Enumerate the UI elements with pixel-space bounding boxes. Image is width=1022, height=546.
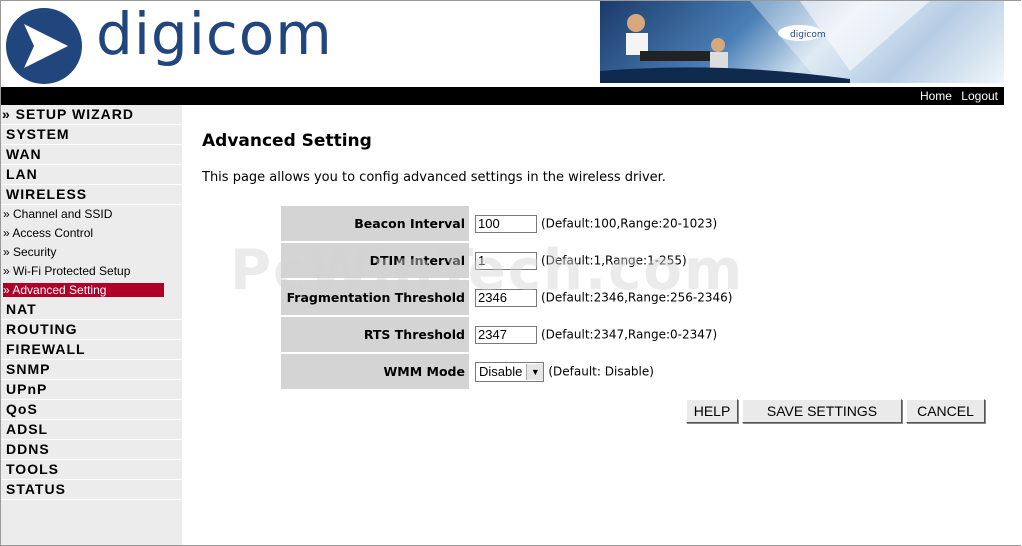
form-row-wmm-mode: WMM Mode Disable ▼ (Default: Disable)	[281, 353, 734, 391]
sidebar-menu: » SETUP WIZARD SYSTEM WAN LAN WIRELESS »…	[1, 105, 182, 545]
logout-link[interactable]: Logout	[961, 89, 998, 103]
beacon-interval-input[interactable]	[475, 214, 537, 233]
sidebar-item-tools[interactable]: TOOLS	[1, 460, 182, 480]
form-row-dtim-interval: DTIM Interval (Default:1,Range:1-255)	[281, 242, 734, 280]
logo-arrow-icon	[6, 8, 82, 84]
sidebar-item-qos[interactable]: QoS	[1, 400, 182, 420]
field-hint: (Default: Disable)	[548, 364, 654, 378]
fragmentation-threshold-input[interactable]	[475, 288, 537, 307]
cancel-button[interactable]: CANCEL	[906, 399, 985, 423]
sidebar-subitem-access-control[interactable]: » Access Control	[1, 224, 182, 243]
page-description: This page allows you to config advanced …	[202, 170, 666, 185]
sailing-banner-image: digicom	[600, 1, 1004, 83]
help-button[interactable]: HELP	[686, 399, 738, 423]
wmm-mode-select[interactable]: Disable ▼	[475, 361, 545, 382]
home-link[interactable]: Home	[920, 89, 952, 103]
sidebar-item-system[interactable]: SYSTEM	[1, 125, 182, 145]
sidebar-item-wireless[interactable]: WIRELESS	[1, 185, 182, 205]
chevron-down-icon: ▼	[526, 363, 544, 380]
digicom-logo: digicom	[6, 0, 332, 84]
sidebar-item-adsl[interactable]: ADSL	[1, 420, 182, 440]
field-hint: (Default:1,Range:1-255)	[541, 253, 687, 267]
brand-name: digicom	[96, 0, 333, 68]
sidebar-subitem-channel-ssid[interactable]: » Channel and SSID	[1, 205, 182, 224]
sidebar-subitem-wps[interactable]: » Wi-Fi Protected Setup	[1, 262, 182, 281]
advanced-settings-form: Beacon Interval (Default:100,Range:20-10…	[281, 206, 734, 391]
field-hint: (Default:2347,Range:0-2347)	[541, 327, 718, 341]
field-hint: (Default:2346,Range:256-2346)	[541, 290, 733, 304]
field-label: RTS Threshold	[281, 316, 469, 354]
field-label: Beacon Interval	[281, 206, 469, 243]
field-label: Fragmentation Threshold	[281, 279, 469, 317]
sidebar-item-upnp[interactable]: UPnP	[1, 380, 182, 400]
sidebar-item-routing[interactable]: ROUTING	[1, 320, 182, 340]
form-row-rts-threshold: RTS Threshold (Default:2347,Range:0-2347…	[281, 316, 734, 354]
sidebar-item-nat[interactable]: NAT	[1, 300, 182, 320]
sidebar-item-setup-wizard[interactable]: » SETUP WIZARD	[1, 105, 182, 125]
sidebar-item-wan[interactable]: WAN	[1, 145, 182, 165]
field-label: DTIM Interval	[281, 242, 469, 280]
top-nav-bar: Home Logout	[1, 87, 1004, 105]
sidebar-item-snmp[interactable]: SNMP	[1, 360, 182, 380]
dtim-interval-input[interactable]	[475, 251, 537, 270]
field-hint: (Default:100,Range:20-1023)	[541, 216, 718, 230]
sidebar-item-ddns[interactable]: DDNS	[1, 440, 182, 460]
sidebar-subitem-advanced-setting[interactable]: » Advanced Setting	[1, 281, 182, 300]
svg-text:digicom: digicom	[790, 30, 826, 40]
save-settings-button[interactable]: SAVE SETTINGS	[742, 399, 902, 423]
form-row-fragmentation-threshold: Fragmentation Threshold (Default:2346,Ra…	[281, 279, 734, 317]
sidebar-item-firewall[interactable]: FIREWALL	[1, 340, 182, 360]
sidebar-item-lan[interactable]: LAN	[1, 165, 182, 185]
field-label: WMM Mode	[281, 353, 469, 391]
sidebar-subitem-security[interactable]: » Security	[1, 243, 182, 262]
page-title: Advanced Setting	[202, 131, 372, 151]
rts-threshold-input[interactable]	[475, 325, 537, 344]
form-row-beacon-interval: Beacon Interval (Default:100,Range:20-10…	[281, 206, 734, 243]
sidebar-item-status[interactable]: STATUS	[1, 480, 182, 500]
